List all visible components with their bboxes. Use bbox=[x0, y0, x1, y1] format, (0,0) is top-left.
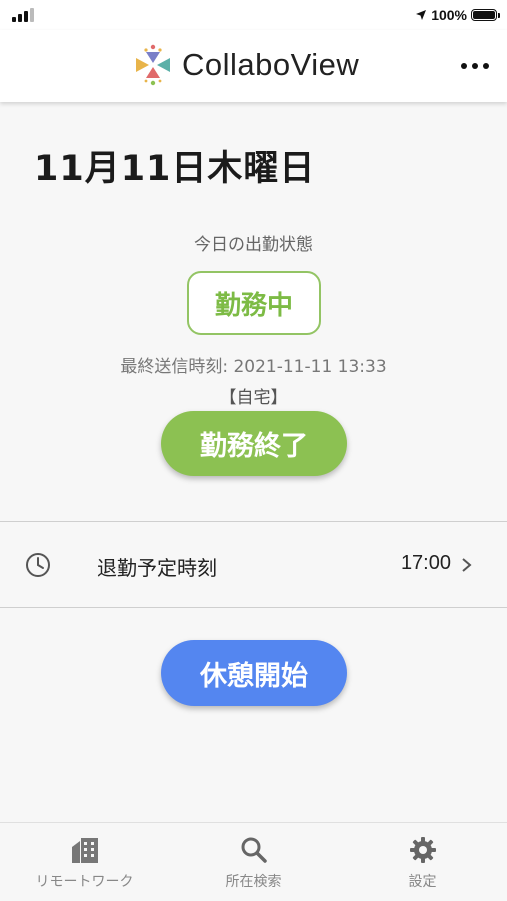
tab-label: 設定 bbox=[408, 874, 437, 890]
work-location: 【自宅】 bbox=[219, 388, 288, 408]
scheduled-leave-label: 退勤予定時刻 bbox=[97, 556, 217, 580]
more-dot-icon bbox=[461, 63, 467, 69]
attendance-status-label: 今日の出勤状態 bbox=[194, 235, 313, 255]
tab-remote-work[interactable]: リモートワーク bbox=[0, 823, 169, 901]
bottom-tab-bar: リモートワーク 所在検索 設定 bbox=[0, 822, 507, 901]
clock-icon bbox=[26, 553, 50, 577]
building-icon bbox=[71, 838, 98, 863]
tab-label: リモートワーク bbox=[35, 874, 134, 890]
last-sent-time: 最終送信時刻: 2021-11-11 13:33 bbox=[120, 357, 387, 377]
app-title: CollaboView bbox=[182, 47, 360, 82]
start-break-button[interactable]: 休憩開始 bbox=[161, 640, 347, 706]
signal-icon bbox=[12, 8, 34, 22]
collaboview-logo-icon bbox=[136, 44, 170, 86]
more-dot-icon bbox=[483, 63, 489, 69]
more-dot-icon bbox=[472, 63, 478, 69]
brand: CollaboView bbox=[132, 42, 359, 88]
tab-location-search[interactable]: 所在検索 bbox=[169, 823, 338, 901]
more-options-button[interactable] bbox=[461, 54, 489, 78]
search-icon bbox=[241, 837, 267, 863]
chevron-right-icon bbox=[462, 558, 472, 572]
scheduled-leave-row[interactable]: 退勤予定時刻 17:00 bbox=[0, 522, 507, 607]
location-arrow-icon bbox=[416, 10, 427, 20]
app-header: CollaboView bbox=[0, 30, 507, 102]
tab-label: 所在検索 bbox=[225, 874, 282, 890]
gear-icon bbox=[409, 837, 436, 863]
current-date: 11月11日木曜日 bbox=[34, 149, 316, 189]
scheduled-leave-value: 17:00 bbox=[400, 552, 451, 574]
attendance-status-badge: 勤務中 bbox=[187, 271, 321, 335]
divider bbox=[0, 607, 507, 608]
end-work-button[interactable]: 勤務終了 bbox=[161, 411, 347, 476]
battery-percent: 100% bbox=[431, 7, 467, 23]
tab-settings[interactable]: 設定 bbox=[338, 823, 507, 901]
battery-icon bbox=[471, 9, 500, 21]
status-bar: 100% bbox=[0, 0, 507, 30]
